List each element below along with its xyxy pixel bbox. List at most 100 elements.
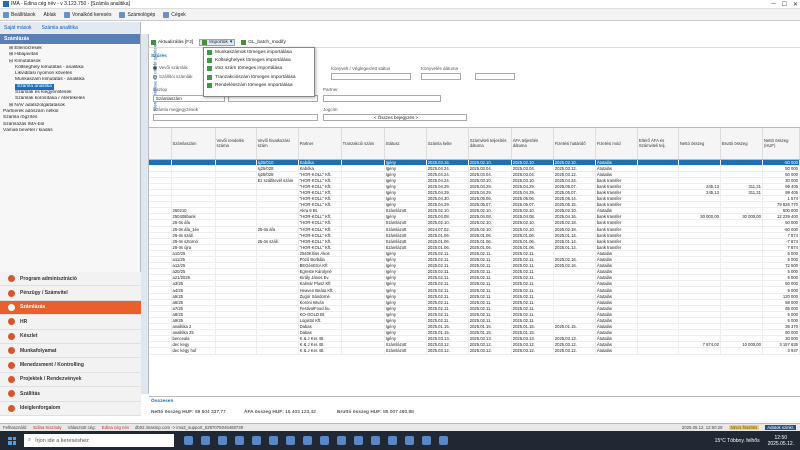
menu-barcode-search[interactable]: Vonalkód keresés <box>63 11 111 18</box>
sidebar-tab-own[interactable]: Saját mások <box>4 25 32 31</box>
column-header[interactable]: Fizetési határidő <box>553 128 596 160</box>
app-icon[interactable] <box>388 436 397 445</box>
column-header[interactable]: Partner <box>298 128 342 160</box>
minimize-icon[interactable]: ─ <box>771 1 775 8</box>
import-menu-item[interactable]: Költséghelyek tömeges importálása <box>204 56 314 64</box>
module-management[interactable]: Menedzsment / Kontrolling <box>0 358 141 373</box>
jogcim-select[interactable]: < Összes bejegyzés > <box>323 114 467 121</box>
import-menu-item[interactable]: Tranzakciószám tömeges importálása <box>204 73 314 81</box>
store-icon[interactable] <box>235 436 244 445</box>
column-header[interactable]: Számlaszám <box>171 128 216 160</box>
column-header[interactable]: Státusz <box>384 128 427 160</box>
app-icon[interactable] <box>303 436 312 445</box>
menu-companies[interactable]: Cégek <box>163 11 186 18</box>
import-menu-item[interactable]: Rendelésszám tömeges importálása <box>204 82 314 90</box>
column-header[interactable]: Tranzakció szám <box>341 128 385 160</box>
status-sync[interactable]: Adatok szinkr. <box>765 425 796 430</box>
sidebar-tab-analytics[interactable]: Számla analitika <box>42 25 78 31</box>
partner-label: Partner <box>323 87 338 92</box>
import-menu-item[interactable]: vtsz szám tömeges importálása <box>204 65 314 73</box>
column-header[interactable]: Számviteli teljesítés dátuma <box>468 128 512 160</box>
calculator-icon <box>119 11 126 18</box>
status-refresh[interactable]: Nincs frissítés <box>728 425 760 430</box>
date-to-field[interactable] <box>475 73 515 80</box>
clock[interactable]: 12:50 2025.05.12. <box>768 435 794 447</box>
table-cell: Átutalás <box>595 347 638 355</box>
table-cell <box>149 347 172 355</box>
menu-settings[interactable]: Beállítások <box>3 11 35 18</box>
app-icon[interactable] <box>354 436 363 445</box>
table-cell <box>341 347 385 355</box>
module-stock[interactable]: Készlet <box>0 329 141 344</box>
excel-icon <box>207 74 212 80</box>
column-header[interactable]: Számla kelte <box>426 128 469 160</box>
module-projects[interactable]: Projektek / Rendezvények <box>0 372 141 388</box>
table-cell: Számlázott <box>384 347 427 355</box>
column-header[interactable]: Vevői rendelés száma <box>215 128 257 160</box>
column-header[interactable]: Nettó összeg (HUF) <box>762 128 800 160</box>
column-header[interactable]: Eltérő ÁFA és Számviteli telj. <box>637 128 679 160</box>
system-tray: 15°C Többny. felhős 12:50 2025.05.12. <box>715 431 794 450</box>
konyvelt-label: Könyvelt / Végleges/ett státus <box>331 66 391 71</box>
menu-window[interactable]: Ablak <box>43 12 56 18</box>
table-cell: Ez szállítevél szám <box>256 177 299 184</box>
radio-supplier-invoices[interactable]: Szállítói számlák <box>153 74 193 79</box>
mail-icon[interactable] <box>252 436 261 445</box>
window-titlebar: IMA - Edina cég név - v 3.123.750 - [Szá… <box>0 0 800 9</box>
column-header[interactable]: Vevői hivatkozási szám <box>256 128 299 160</box>
app-icon[interactable] <box>439 436 448 445</box>
batch-icon <box>241 40 247 45</box>
refresh-icon <box>151 40 156 45</box>
app-icon[interactable] <box>286 436 295 445</box>
app-icon[interactable] <box>320 436 329 445</box>
weather-widget[interactable]: 15°C Többny. felhős <box>715 438 760 444</box>
edge-icon[interactable] <box>201 436 210 445</box>
summary-panel: Összesen Nettó összeg HUF: 69 604 337,77… <box>149 396 800 422</box>
sidebar-tabs: Saját mások Számla analitika <box>0 22 140 34</box>
finance-icon <box>8 289 15 297</box>
column-header[interactable]: Nettó összeg <box>678 128 721 160</box>
projects-icon <box>8 375 15 383</box>
gl-batch-button[interactable]: GL_batch_modify <box>241 40 286 45</box>
ima-app-icon[interactable] <box>269 436 278 445</box>
windows-start-icon[interactable] <box>8 436 16 445</box>
task-view-icon[interactable] <box>184 436 193 445</box>
radio-customer-invoices[interactable]: Vevői számlák <box>153 65 188 70</box>
import-menu-item[interactable]: Munkaszámok tömeges importálása <box>204 48 314 56</box>
app-icon[interactable] <box>337 436 346 445</box>
module-admin[interactable]: Program adminisztráció <box>0 272 141 287</box>
invoice-table: Számlaszám Vevői rendelés száma Vevői hiva… <box>149 128 800 355</box>
module-shipping[interactable]: Szállítás <box>0 387 141 402</box>
temp-icon <box>8 404 15 412</box>
column-header[interactable]: ÁFA teljesítés dátuma <box>511 128 554 160</box>
konyvelt-select[interactable] <box>331 73 411 80</box>
menu-calculator[interactable]: Számológép <box>119 11 155 18</box>
taskbar-search[interactable]: ⌕ Írjon ide a kereséshez <box>24 434 174 447</box>
module-finance[interactable]: Pénzügy / Számvitel <box>0 286 141 301</box>
column-header[interactable]: Fizetési mód <box>595 128 638 160</box>
table-row[interactable]: dec kégy huf K & J Ker. Bt. Számlázott 2025… <box>149 347 800 355</box>
hide-menu-tab[interactable]: Menü elrejtése és utóbbi szűrések <box>141 34 158 394</box>
explorer-icon[interactable] <box>218 436 227 445</box>
module-workflow[interactable]: Munkafolyamat <box>0 343 141 359</box>
column-header[interactable] <box>149 128 172 160</box>
table-cell: 2025.03.12. <box>426 347 469 355</box>
column-header[interactable]: Bruttó összeg <box>720 128 763 160</box>
app-icon[interactable] <box>422 436 431 445</box>
import-button[interactable]: Importok ▾ <box>199 39 236 46</box>
app-icon[interactable] <box>371 436 380 445</box>
module-hr[interactable]: HR <box>0 315 141 330</box>
partner-select[interactable] <box>323 95 441 102</box>
module-invoicing[interactable]: Számlázás <box>0 300 141 316</box>
table-cell <box>256 347 299 355</box>
note-input[interactable] <box>153 114 318 121</box>
refresh-button[interactable]: Aktualizálás [F2] <box>151 40 193 45</box>
status-date: 2025.05.12. 12:50:28 <box>681 425 723 430</box>
module-temp[interactable]: Ideiglenforgalom <box>0 401 141 416</box>
app-icon[interactable] <box>405 436 414 445</box>
maximize-icon[interactable]: ☐ <box>782 1 787 8</box>
tree-item[interactable]: Vámati bevétel / kiadás <box>3 128 140 134</box>
date-from-field[interactable] <box>421 73 461 80</box>
close-icon[interactable]: ✕ <box>793 1 798 8</box>
taskbar-apps <box>184 436 448 445</box>
